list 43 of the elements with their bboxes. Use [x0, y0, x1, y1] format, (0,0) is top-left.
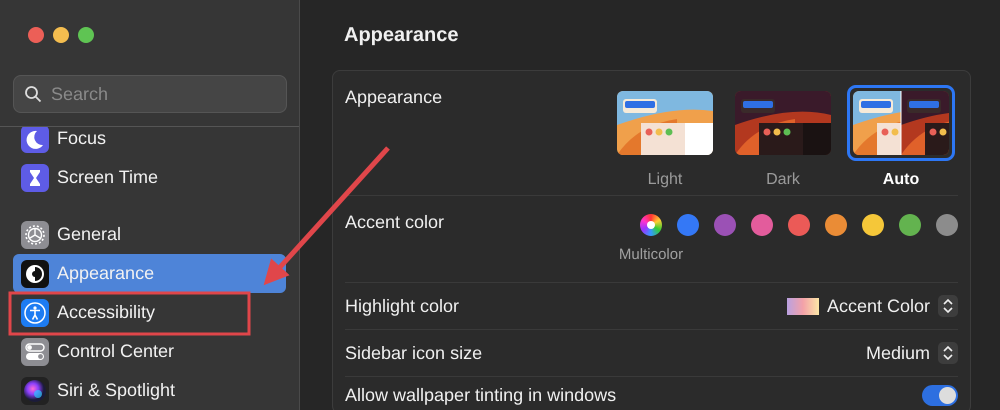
- up-down-chevron-icon: [943, 345, 953, 361]
- sidebar-item[interactable]: Focus: [13, 127, 286, 158]
- accent-color-swatch[interactable]: [714, 214, 736, 236]
- siri-icon: [21, 376, 49, 404]
- accent-color-swatch[interactable]: [825, 214, 847, 236]
- setting-label: Appearance: [345, 86, 442, 109]
- popup-button[interactable]: Medium: [866, 342, 958, 364]
- setting-label: Accent color: [345, 212, 444, 234]
- swatch-caption: Multicolor: [618, 246, 684, 263]
- gradient-swatch: [786, 298, 819, 314]
- option-label: Auto: [882, 171, 920, 189]
- moon-icon: [21, 127, 49, 152]
- close-button[interactable]: [28, 27, 44, 43]
- hourglass-icon: [21, 164, 49, 192]
- accent-color-swatch[interactable]: [640, 214, 662, 236]
- accent-color-swatch[interactable]: [936, 214, 958, 236]
- accessibility-icon: [21, 298, 49, 326]
- up-down-chevron-icon: [943, 298, 953, 314]
- accent-color-swatch[interactable]: [677, 214, 699, 236]
- setting-label: Highlight color: [345, 296, 460, 316]
- sidebar-item[interactable]: General: [13, 215, 286, 254]
- accent-color-swatch[interactable]: [788, 214, 810, 236]
- toggles-icon: [21, 338, 49, 366]
- sidebar-item[interactable]: Control Center: [13, 332, 286, 371]
- search-icon: [24, 85, 42, 103]
- setting-label: Sidebar icon size: [345, 342, 482, 364]
- sidebar-item[interactable]: Siri & Spotlight: [13, 371, 286, 410]
- search-field[interactable]: Search: [13, 75, 287, 113]
- option-label: Light: [648, 171, 682, 189]
- popup-button[interactable]: Accent Color: [786, 295, 958, 317]
- accent-color-swatch[interactable]: [862, 214, 884, 236]
- page-title: Appearance: [344, 24, 460, 47]
- gear-icon: [21, 220, 49, 248]
- appearance-option[interactable]: [847, 85, 955, 161]
- toggle-switch[interactable]: [922, 384, 958, 406]
- accent-color-swatch[interactable]: [751, 214, 773, 236]
- sidebar-item[interactable]: Accessibility: [13, 293, 286, 332]
- setting-label: Allow wallpaper tinting in windows: [345, 384, 616, 406]
- accent-color-swatch[interactable]: [899, 214, 921, 236]
- option-label: Dark: [766, 171, 800, 189]
- sidebar-item[interactable]: Screen Time: [13, 158, 286, 197]
- minimize-button[interactable]: [53, 27, 69, 43]
- zoom-button[interactable]: [78, 27, 94, 43]
